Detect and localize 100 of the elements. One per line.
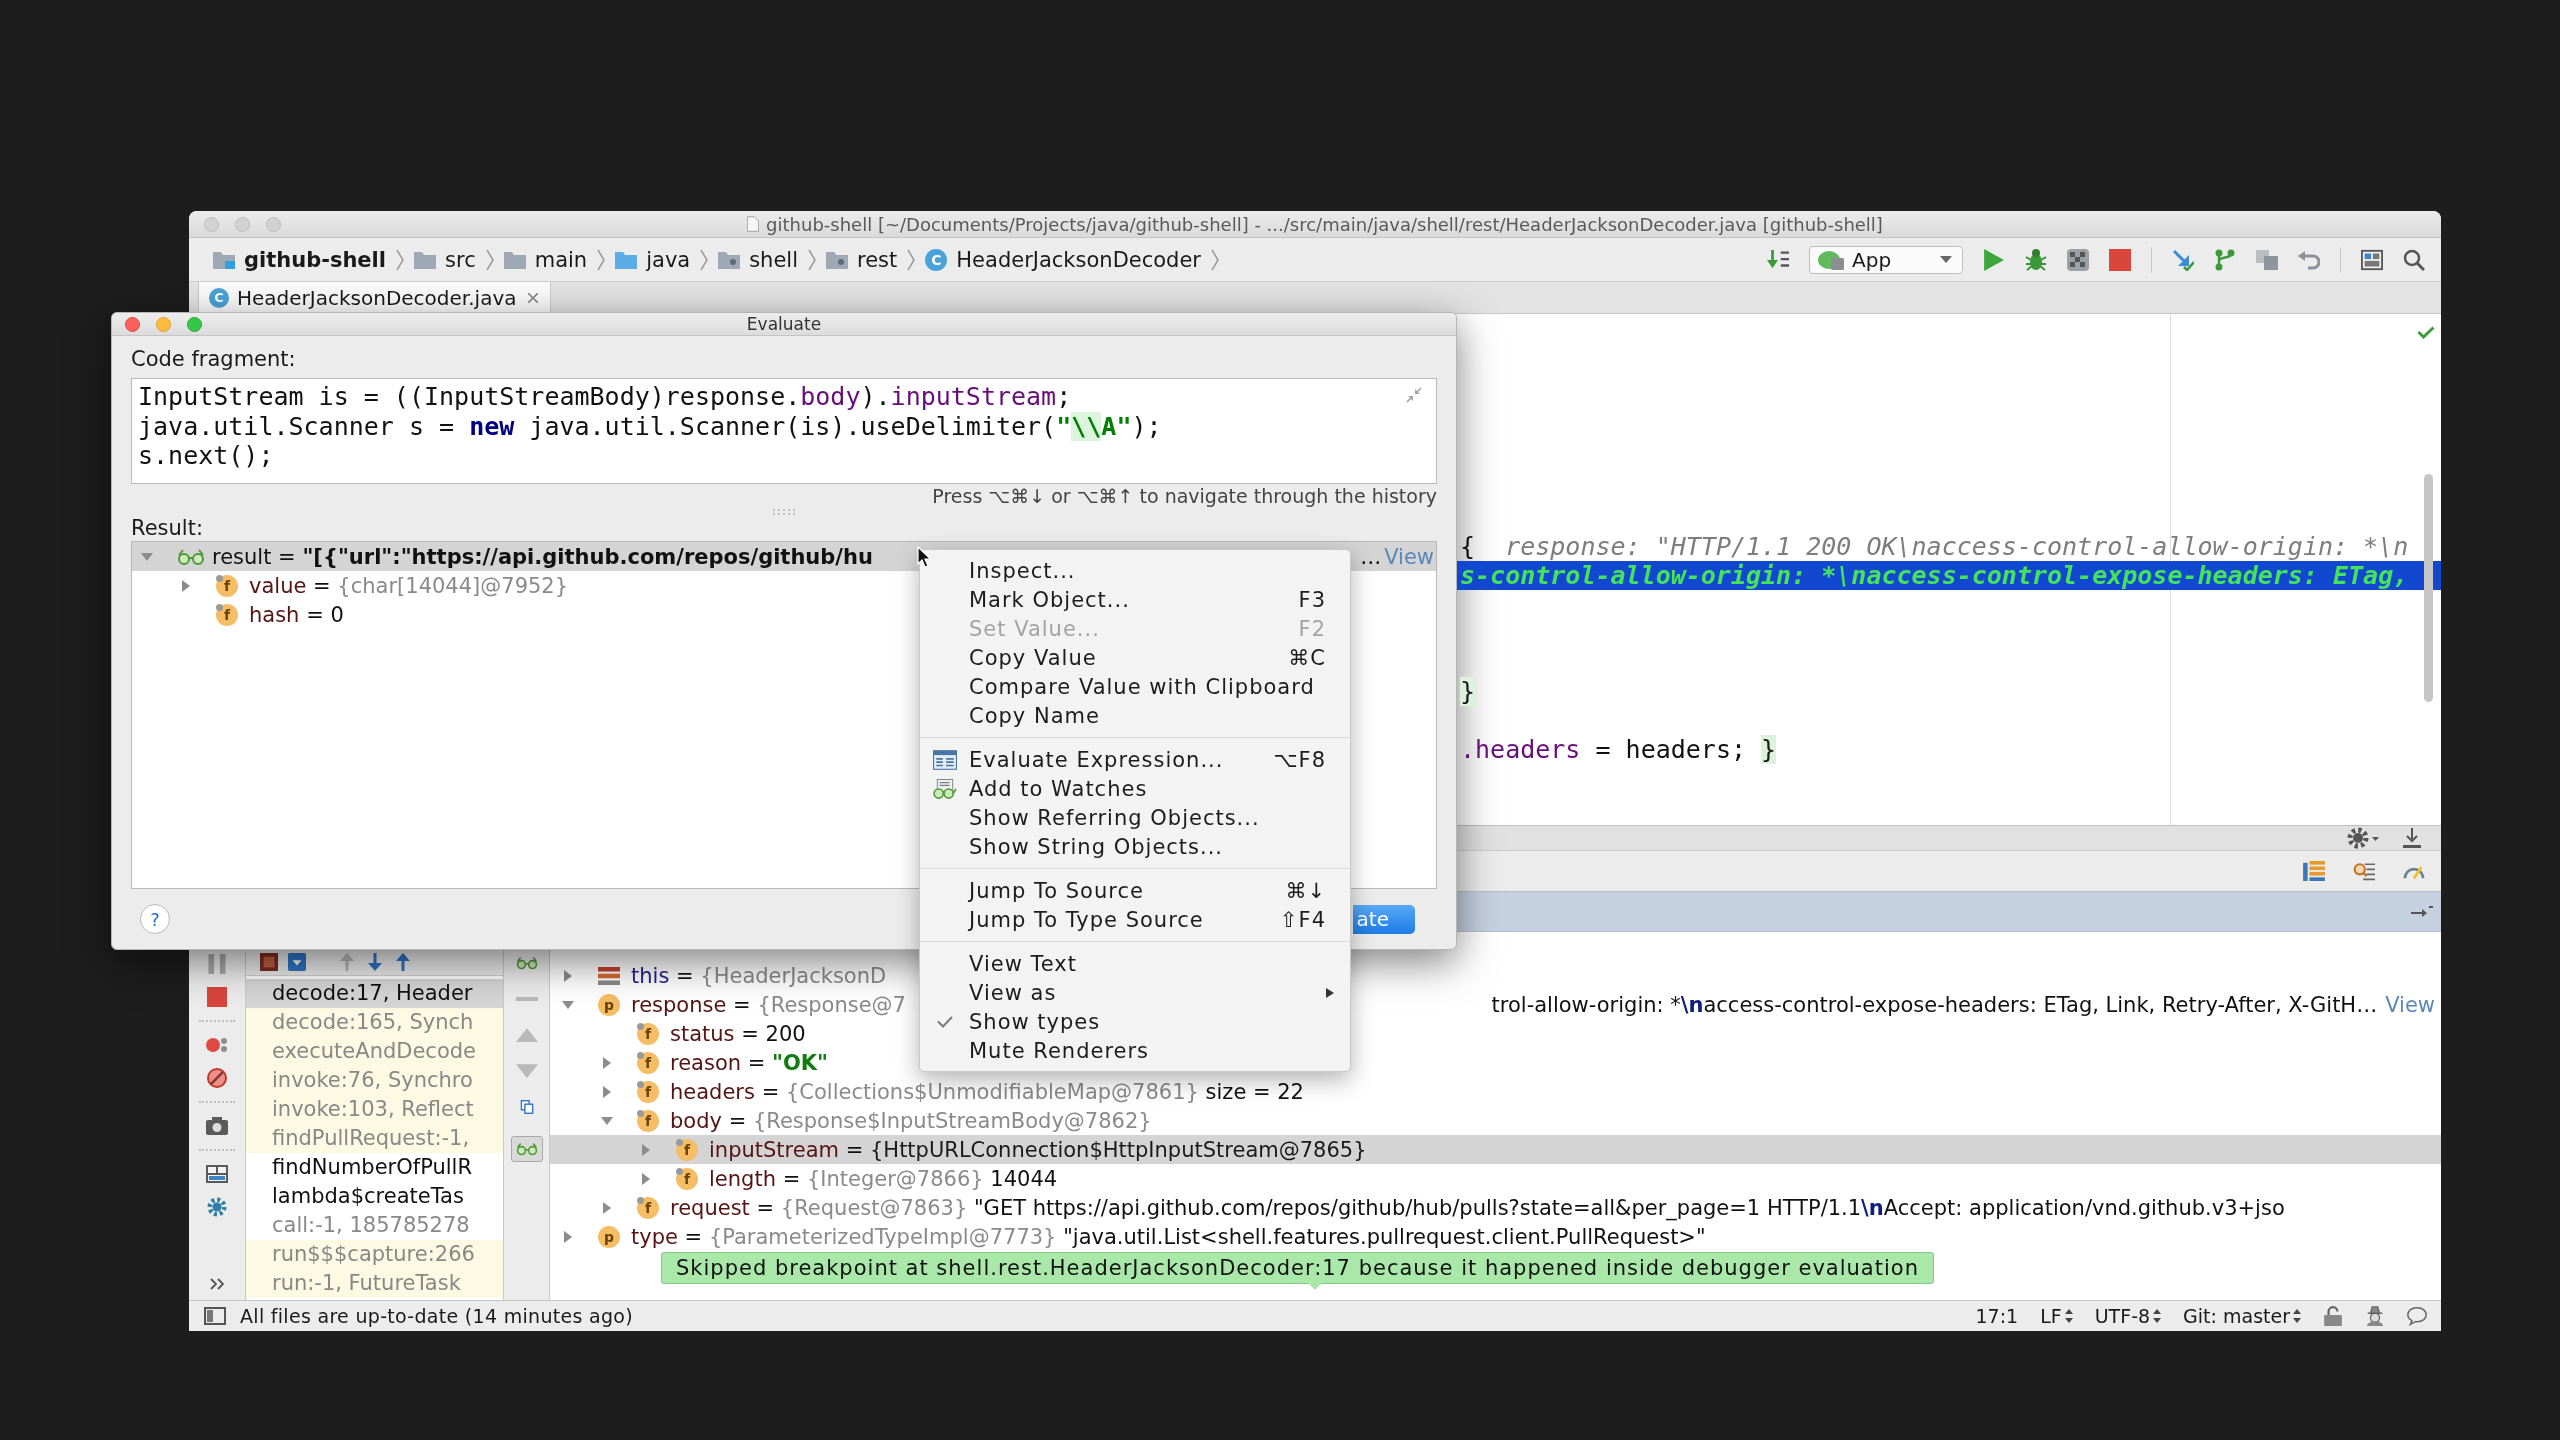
collapse-icon[interactable] — [1406, 387, 1422, 403]
layout-icon[interactable] — [206, 1164, 228, 1184]
breadcrumb[interactable]: main — [503, 247, 588, 272]
variable-text: reason = "OK" — [670, 1050, 829, 1075]
glasses-icon — [515, 1142, 538, 1156]
speech-bubble-icon[interactable] — [2407, 1306, 2427, 1326]
menu-item[interactable]: Evaluate Expression... ⌥F8 — [920, 745, 1350, 774]
arrow-lines-icon[interactable] — [1767, 248, 1789, 271]
up-arrow-icon[interactable] — [394, 953, 412, 971]
keyboard-shortcut: F3 — [1298, 587, 1326, 612]
down-arrow-icon[interactable] — [366, 953, 384, 971]
bug-icon[interactable] — [2025, 248, 2047, 271]
stop-icon[interactable] — [206, 987, 228, 1007]
arrow-down-bar-icon[interactable] — [2401, 828, 2423, 848]
parameter-icon: p — [598, 1225, 620, 1248]
caret-down-icon[interactable] — [562, 1000, 574, 1009]
grip-icon[interactable] — [773, 509, 795, 515]
settings-icon[interactable] — [2347, 827, 2379, 849]
caret-right-icon[interactable] — [642, 1172, 650, 1185]
close-icon[interactable] — [528, 292, 539, 303]
caret-position[interactable]: 17:1 — [1975, 1305, 2019, 1327]
caret-down-icon[interactable] — [601, 1116, 613, 1125]
thread-icon[interactable] — [260, 953, 278, 971]
run-config-dropdown[interactable]: App — [1809, 245, 1963, 274]
menu-item[interactable]: Mark Object... F3 — [920, 585, 1350, 614]
code-fragment-field[interactable]: InputStream is = ((InputStreamBody)response.body).inputStream; java.util.Scanner s = new java.util.Scanner(is).useDelimiter("\\A"); s.next(); — [131, 378, 1437, 484]
scrollbar[interactable] — [2424, 474, 2433, 702]
camera-icon[interactable] — [206, 1116, 228, 1136]
table-icon — [932, 749, 957, 770]
menu-item[interactable]: Show types — [920, 1007, 1350, 1036]
dropdown-icon[interactable] — [288, 953, 306, 971]
menu-item[interactable]: Show Referring Objects... — [920, 803, 1350, 832]
help-button[interactable]: ? — [140, 904, 170, 934]
line-separator-selector[interactable]: LF — [2040, 1305, 2073, 1327]
menu-item[interactable]: Jump To Type Source ⇧F4 — [920, 905, 1350, 934]
arrow-check-icon[interactable] — [2172, 248, 2194, 271]
caret-right-icon[interactable] — [642, 1143, 650, 1156]
variable-text: result = "[{"url":"https://api.github.com/repos/github/hu — [212, 544, 873, 569]
caret-right-icon[interactable] — [603, 1085, 611, 1098]
caret-down-icon[interactable] — [141, 552, 153, 561]
undo-icon[interactable] — [2298, 248, 2320, 271]
mute-breakpoints-icon[interactable] — [206, 1068, 228, 1088]
menu-item[interactable]: Jump To Source ⌘↓ — [920, 876, 1350, 905]
sidebar-icon[interactable] — [204, 1307, 226, 1325]
menu-item[interactable]: Copy Value ⌘C — [920, 643, 1350, 672]
editor-tab[interactable]: C HeaderJacksonDecoder.java — [198, 282, 552, 313]
variable-value-text: … — [1360, 544, 1382, 569]
window-title: github-shell [~/Documents/Projects/java/github-shell] - .../src/main/java/shell/rest/HeaderJacksonDecoder.java [github-shell] — [766, 213, 1883, 235]
chevron-right-icon — [485, 248, 494, 271]
list-search-icon[interactable] — [2353, 861, 2375, 881]
stack-frame[interactable]: findNumberOfPullR — [246, 1153, 503, 1182]
glasses-icon[interactable] — [515, 956, 538, 970]
menu-item[interactable]: Copy Name — [920, 701, 1350, 730]
chevron-right-icon — [700, 248, 709, 271]
bars-icon[interactable] — [2303, 861, 2325, 881]
checkered-icon[interactable] — [2067, 248, 2089, 271]
pause-icon[interactable] — [206, 954, 228, 974]
stop-icon[interactable] — [2109, 248, 2131, 271]
breadcrumb[interactable]: shell — [718, 247, 798, 272]
branch-icon[interactable] — [2214, 248, 2236, 271]
settings-icon[interactable] — [206, 1197, 228, 1217]
field-icon: f — [216, 603, 238, 626]
breadcrumb[interactable]: C HeaderJacksonDecoder — [925, 247, 1201, 272]
maximize-button[interactable] — [187, 316, 202, 332]
search-icon[interactable] — [2403, 248, 2425, 271]
person-icon[interactable] — [2365, 1306, 2385, 1326]
menu-item[interactable]: Show String Objects... — [920, 832, 1350, 861]
menu-item[interactable]: Mute Renderers — [920, 1036, 1350, 1065]
run-icon[interactable] — [1983, 248, 2005, 271]
breadcrumb[interactable]: rest — [826, 247, 898, 272]
encoding-selector[interactable]: UTF-8 — [2094, 1305, 2162, 1327]
double-chevron-icon[interactable] — [210, 1278, 224, 1290]
breadcrumb[interactable]: github-shell — [213, 247, 386, 272]
breadcrumb[interactable]: src — [414, 247, 476, 272]
close-button[interactable] — [125, 316, 140, 332]
compare-icon[interactable] — [2256, 248, 2278, 271]
caret-right-icon[interactable] — [564, 969, 572, 982]
breadcrumb[interactable]: java — [615, 247, 691, 272]
view-link[interactable]: View — [2385, 992, 2435, 1017]
menu-item[interactable]: Add to Watches — [920, 774, 1350, 803]
stack-frame[interactable]: decode:17, Header — [246, 979, 503, 1008]
structure-icon[interactable] — [2361, 248, 2383, 271]
minimize-button[interactable] — [156, 316, 171, 332]
tree-row[interactable]: f inputStream = {HttpURLConnection$HttpInputStream@7865} — [550, 1135, 2441, 1164]
menu-item[interactable]: Compare Value with Clipboard — [920, 672, 1350, 701]
menu-item[interactable]: View as — [920, 978, 1350, 1007]
caret-right-icon[interactable] — [603, 1056, 611, 1069]
menu-item[interactable]: View Text — [920, 949, 1350, 978]
watches-toggle[interactable] — [510, 1136, 543, 1162]
field-icon: f — [637, 1022, 659, 1045]
branch-selector[interactable]: Git: master — [2183, 1305, 2301, 1327]
caret-right-icon[interactable] — [603, 1201, 611, 1214]
stack-frame[interactable]: call:-1, 185785278 — [246, 1211, 503, 1240]
lock-icon[interactable] — [2323, 1306, 2343, 1326]
stack-frame[interactable]: lambda$createTas — [246, 1182, 503, 1211]
breakpoints-icon[interactable] — [206, 1035, 228, 1055]
chevron-right-icon — [1211, 248, 1219, 271]
caret-right-icon[interactable] — [564, 1230, 572, 1243]
up-arrow-icon[interactable] — [338, 953, 356, 971]
variable-text: status = 200 — [670, 1021, 806, 1046]
